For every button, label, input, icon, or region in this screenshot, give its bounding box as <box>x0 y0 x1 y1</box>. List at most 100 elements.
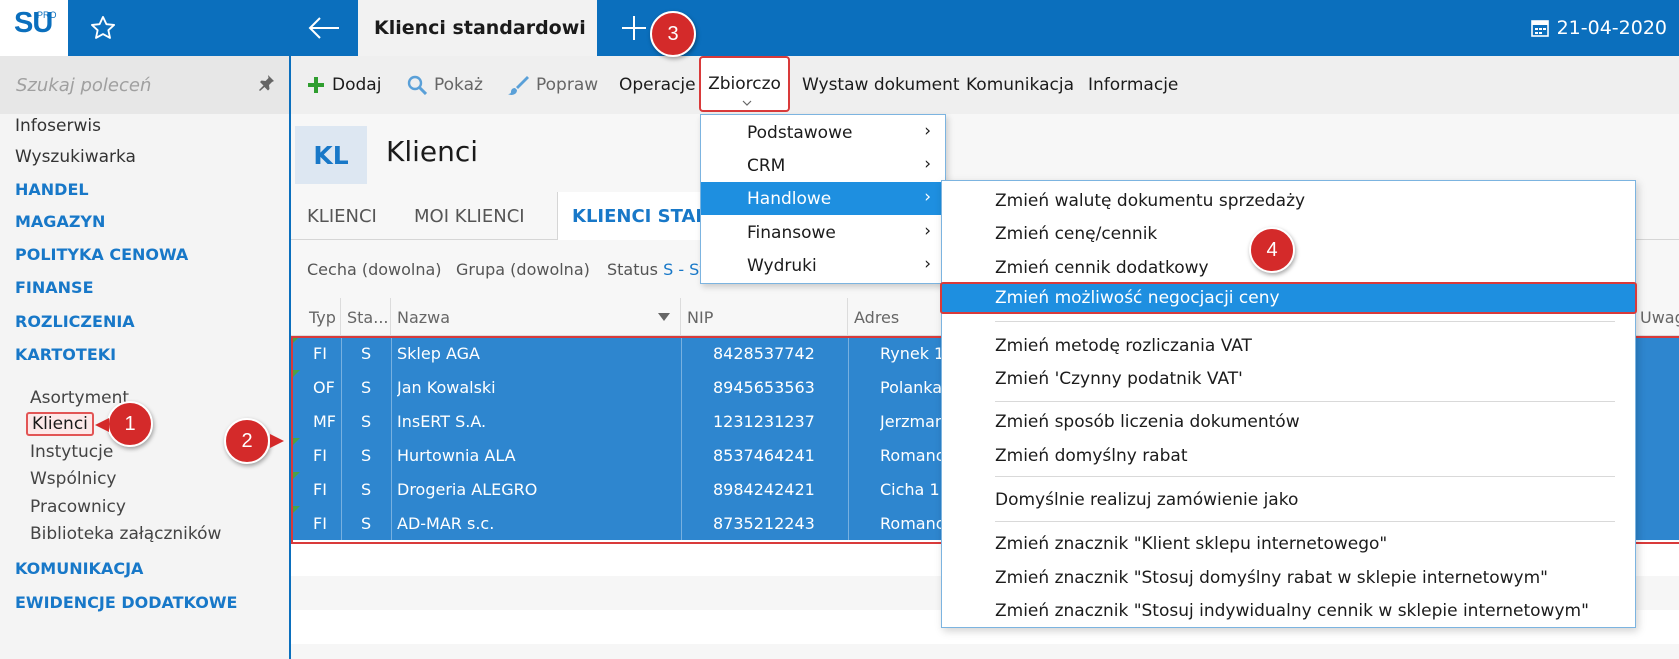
chevron-right-icon: › <box>924 221 931 241</box>
pin-icon[interactable] <box>257 74 275 92</box>
favorites-button[interactable] <box>68 0 138 56</box>
information-menu[interactable]: Informacje <box>1088 56 1178 114</box>
chevron-right-icon: › <box>924 154 931 174</box>
chevron-right-icon: › <box>924 254 931 274</box>
nav-section-komunikacja[interactable]: KOMUNIKACJA <box>15 559 143 578</box>
tab-moi-klienci[interactable]: MOI KLIENCI <box>414 192 525 240</box>
row-flag-icon <box>293 370 300 377</box>
cell-status: S <box>361 513 372 533</box>
cell-nazwa: Sklep AGA <box>397 343 480 363</box>
nav-biblioteka-zalacznikow[interactable]: Biblioteka załączników <box>30 524 221 544</box>
menu-item-crm[interactable]: CRM › <box>701 149 945 182</box>
operations-label: Operacje <box>619 75 696 95</box>
nav-infoserwis[interactable]: Infoserwis <box>15 116 101 136</box>
cell-typ: FI <box>313 513 327 533</box>
cell-status: S <box>361 445 372 465</box>
menu-item-handlowe[interactable]: Handlowe › <box>701 182 945 215</box>
nav-section-kartoteki[interactable]: KARTOTEKI <box>15 345 116 364</box>
menu-item-podstawowe[interactable]: Podstawowe › <box>701 116 945 149</box>
calendar-icon <box>1530 20 1549 37</box>
plus-icon <box>308 77 324 93</box>
toolbar: Dodaj Pokaż Popraw Operacje Zbiorczo Wys… <box>291 56 1679 114</box>
cell-nip: 8945653563 <box>713 377 815 397</box>
show-button[interactable]: Pokaż <box>407 56 483 114</box>
menu-item-klient-sklepu[interactable]: Zmień znacznik "Klient sklepu internetow… <box>942 528 1635 560</box>
cell-nazwa: InsERT S.A. <box>397 411 487 431</box>
callout-pointer-icon <box>95 418 109 432</box>
filter-group[interactable]: Grupa (dowolna) <box>456 260 590 279</box>
column-header-uwagi[interactable]: Uwag <box>1633 298 1679 336</box>
nav-klienci[interactable]: Klienci <box>26 412 94 436</box>
cell-typ: MF <box>313 411 337 431</box>
column-header-nazwa[interactable]: Nazwa <box>391 298 681 336</box>
grid-column-divider <box>848 336 849 546</box>
menu-item-finansowe[interactable]: Finansowe › <box>701 216 945 249</box>
cell-typ: FI <box>313 479 327 499</box>
nav-section-handel[interactable]: HANDEL <box>15 180 89 199</box>
cell-status: S <box>361 411 372 431</box>
column-header-nazwa-label: Nazwa <box>397 307 451 327</box>
cell-typ: FI <box>313 343 327 363</box>
bulk-dropdown-menu: Podstawowe › CRM › Handlowe › Finansowe … <box>700 114 946 284</box>
nav-section-rozliczenia[interactable]: ROZLICZENIA <box>15 312 135 331</box>
filter-feature[interactable]: Cecha (dowolna) <box>307 260 442 279</box>
menu-item-label: CRM <box>747 155 786 176</box>
nav-section-finanse[interactable]: FINANSE <box>15 278 94 297</box>
menu-item-realizuj-zamowienie[interactable]: Domyślnie realizuj zamówienie jako <box>942 484 1635 516</box>
date-display[interactable]: 21-04-2020 <box>1530 0 1667 56</box>
nav-asortyment[interactable]: Asortyment <box>30 388 129 408</box>
cell-nip: 8984242421 <box>713 479 815 499</box>
nav-wspolnicy[interactable]: Wspólnicy <box>30 469 117 489</box>
information-label: Informacje <box>1088 75 1179 95</box>
row-flag-icon <box>293 506 300 513</box>
cell-status: S <box>361 343 372 363</box>
menu-item-zmien-metode-vat[interactable]: Zmień metodę rozliczania VAT <box>942 330 1635 362</box>
back-button[interactable] <box>291 0 357 56</box>
column-header-typ[interactable]: Typ <box>303 298 341 336</box>
chevron-right-icon: › <box>924 121 931 141</box>
menu-separator <box>995 321 1615 322</box>
nav-instytucje[interactable]: Instytucje <box>30 442 113 462</box>
app-logo[interactable]: SU PRO <box>0 0 68 56</box>
nav-pracownicy[interactable]: Pracownicy <box>30 497 126 517</box>
operations-menu[interactable]: Operacje <box>619 56 696 114</box>
menu-item-zmien-negocjacje-ceny[interactable]: Zmień możliwość negocjacji ceny <box>940 282 1637 314</box>
menu-item-indywidualny-cennik-sklep[interactable]: Zmień znacznik "Stosuj indywidualny cenn… <box>942 595 1635 627</box>
command-search-input[interactable] <box>16 70 246 100</box>
date-text: 21-04-2020 <box>1556 17 1667 39</box>
column-header-nip[interactable]: NIP <box>681 298 848 336</box>
top-bar: SU PRO Klienci standardowi 21-04-2020 <box>0 0 1679 56</box>
nav-section-magazyn[interactable]: MAGAZYN <box>15 212 105 231</box>
menu-item-domyslny-rabat-sklep[interactable]: Zmień znacznik "Stosuj domyślny rabat w … <box>942 562 1635 594</box>
show-label: Pokaż <box>434 75 483 95</box>
menu-item-zmien-walute[interactable]: Zmień walutę dokumentu sprzedaży <box>942 185 1635 217</box>
grid-column-divider <box>341 336 342 546</box>
grid-column-divider <box>681 336 682 546</box>
menu-item-czynny-podatnik-vat[interactable]: Zmień 'Czynny podatnik VAT' <box>942 363 1635 395</box>
tab-klienci[interactable]: KLIENCI <box>307 192 377 240</box>
nav-section-polityka-cenowa[interactable]: POLITYKA CENOWA <box>15 245 188 264</box>
menu-item-wydruki[interactable]: Wydruki › <box>701 249 945 282</box>
menu-item-sposob-liczenia[interactable]: Zmień sposób liczenia dokumentów <box>942 406 1635 438</box>
menu-item-domyslny-rabat[interactable]: Zmień domyślny rabat <box>942 440 1635 472</box>
cell-nip: 1231231237 <box>713 411 815 431</box>
column-header-status[interactable]: Sta... <box>341 298 391 336</box>
cell-adres: Polanka <box>880 377 943 397</box>
issue-document-menu[interactable]: Wystaw dokument <box>802 56 960 114</box>
chevron-right-icon: › <box>924 187 931 207</box>
edit-button[interactable]: Popraw <box>507 56 598 114</box>
bulk-label: Zbiorczo <box>708 74 781 94</box>
tab-klienci-standardowi[interactable]: Klienci standardowi <box>358 0 597 56</box>
nav-section-ewidencje-dodatkowe[interactable]: EWIDENCJE DODATKOWE <box>15 593 237 612</box>
cell-nazwa: Drogeria ALEGRO <box>397 479 538 499</box>
edit-label: Popraw <box>536 75 599 95</box>
cell-nazwa: Jan Kowalski <box>397 377 496 397</box>
arrow-left-icon <box>308 17 339 39</box>
menu-separator <box>995 476 1615 477</box>
communication-menu[interactable]: Komunikacja <box>966 56 1074 114</box>
filter-status[interactable]: Status S - St <box>607 260 706 279</box>
cell-typ: OF <box>313 377 335 397</box>
nav-wyszukiwarka[interactable]: Wyszukiwarka <box>15 147 136 167</box>
add-button[interactable]: Dodaj <box>307 56 381 114</box>
tab-klienci-standardowi-list[interactable]: KLIENCI STAN <box>557 192 717 241</box>
